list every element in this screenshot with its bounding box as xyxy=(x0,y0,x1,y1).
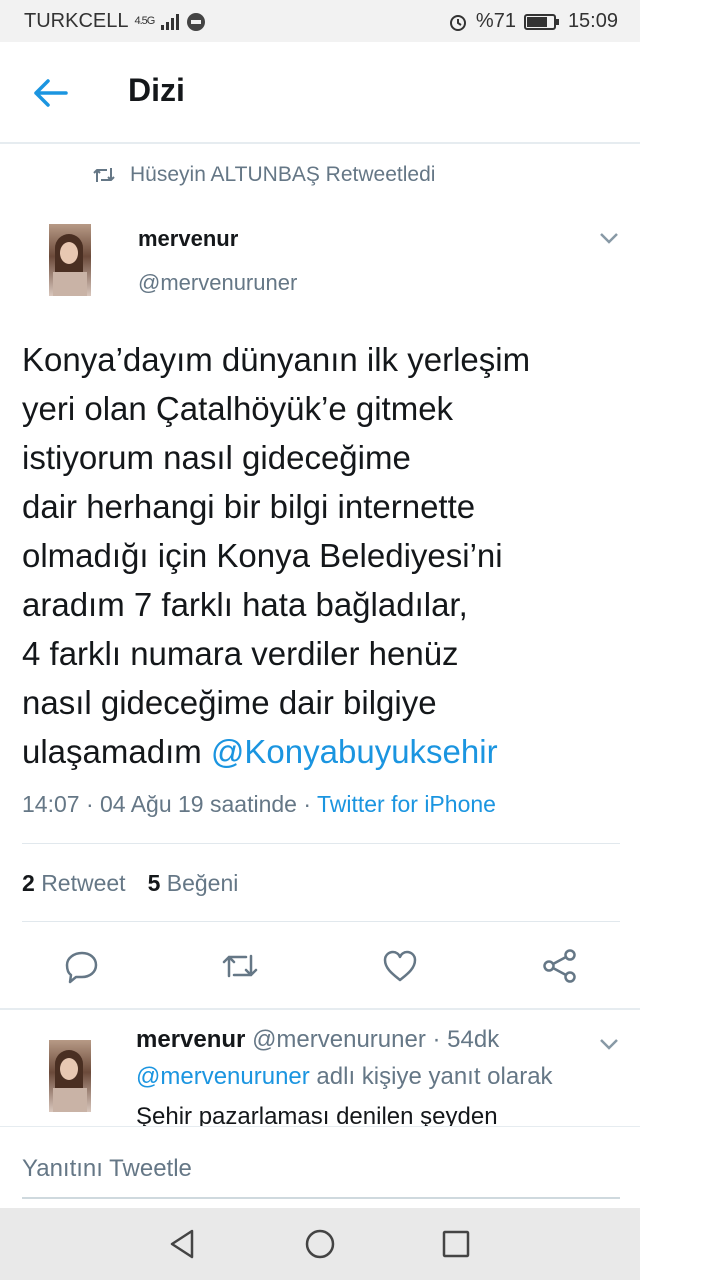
author-name[interactable]: mervenur xyxy=(138,226,238,252)
status-right: %71 15:09 xyxy=(448,10,618,33)
tweet-meta: 14:07 · 04 Ağu 19 saatinde · Twitter for… xyxy=(22,791,496,818)
tweet-text-line: 4 farklı numara verdiler henüz xyxy=(22,635,459,672)
retweet-context-text: Hüseyin ALTUNBAŞ Retweetledi xyxy=(130,163,436,186)
system-nav-bar xyxy=(0,1208,640,1280)
reply-icon[interactable] xyxy=(62,946,102,986)
alarm-icon xyxy=(449,14,466,31)
reply-author-avatar[interactable] xyxy=(49,1040,91,1112)
mention-link[interactable]: @Konyabuyuksehir xyxy=(211,733,498,770)
tweet-text-line: Konya’dayım dünyanın ilk yerleşim xyxy=(22,341,531,378)
tweet-text-line: ulaşamadım xyxy=(22,733,211,770)
like-count: 5 xyxy=(147,870,161,896)
reply-author-name: mervenur xyxy=(136,1026,246,1053)
reply-tweet-header[interactable]: mervenur @mervenuruner · 54dk xyxy=(136,1026,499,1054)
nav-recents-icon[interactable] xyxy=(438,1226,474,1262)
tweet-actions xyxy=(0,942,640,990)
like-stat[interactable]: 5 Beğeni xyxy=(148,870,239,897)
reply-author-handle: @mervenuruner · 54dk xyxy=(252,1026,500,1053)
battery-percent: %71 xyxy=(475,10,516,32)
signal-icon xyxy=(161,13,180,30)
divider xyxy=(22,921,620,922)
retweet-stat[interactable]: 2 Retweet xyxy=(22,870,126,897)
blank-margin xyxy=(640,0,704,1280)
notification-icon xyxy=(187,12,206,31)
tweet-text: Konya’dayım dünyanın ilk yerleşim yeri o… xyxy=(22,335,622,776)
replying-to-suffix: adlı kişiye yanıt olarak xyxy=(309,1063,553,1090)
retweet-small-icon xyxy=(93,168,115,182)
tweet-timestamp: 14:07 · 04 Ağu 19 saatinde · xyxy=(22,791,317,817)
tweet-text-last-line: ulaşamadım @Konyabuyuksehir xyxy=(22,727,622,776)
chevron-down-icon[interactable] xyxy=(598,230,620,246)
retweet-stat-label: Retweet xyxy=(41,870,126,896)
tweet-text-line: olmadığı için Konya Belediyesi’ni xyxy=(22,537,503,574)
nav-back-icon[interactable] xyxy=(164,1226,200,1262)
divider xyxy=(0,1008,640,1010)
share-icon[interactable] xyxy=(540,946,580,986)
back-arrow-icon[interactable] xyxy=(32,78,68,108)
tweet-source-link[interactable]: Twitter for iPhone xyxy=(317,791,496,817)
app-header: Dizi xyxy=(0,42,640,144)
replying-to-mention[interactable]: @mervenuruner xyxy=(136,1063,310,1090)
page-title: Dizi xyxy=(128,72,185,108)
retweet-count: 2 xyxy=(22,870,35,896)
tweet-text-line: yeri olan Çatalhöyük’e gitmek xyxy=(22,390,454,427)
reply-input-placeholder[interactable]: Yanıtını Tweetle xyxy=(22,1155,192,1183)
like-stat-label: Beğeni xyxy=(166,870,239,896)
carrier-name: TURKCELL xyxy=(24,10,129,32)
retweet-context[interactable]: Hüseyin ALTUNBAŞ Retweetledi xyxy=(92,163,435,187)
status-bar: TURKCELL 4.5G %71 15:09 xyxy=(0,0,640,42)
clock: 15:09 xyxy=(567,10,618,32)
retweet-icon[interactable] xyxy=(220,946,260,986)
tweet-text-line: aradım 7 farklı hata bağladılar, xyxy=(22,586,468,623)
status-left: TURKCELL 4.5G xyxy=(24,10,206,33)
heart-icon[interactable] xyxy=(380,946,420,986)
divider xyxy=(22,843,620,844)
tweet-text-line: nasıl gideceğime dair bilgiye xyxy=(22,684,437,721)
tweet-text-line: istiyorum nasıl gideceğime xyxy=(22,439,411,476)
nav-home-icon[interactable] xyxy=(302,1226,338,1262)
author-avatar[interactable] xyxy=(49,224,91,296)
reply-tweet-text[interactable]: Şehir pazarlaması denilen şeyden xyxy=(136,1102,616,1126)
chevron-down-icon[interactable] xyxy=(598,1036,620,1052)
tweet-text-line: dair herhangi bir bilgi internette xyxy=(22,488,476,525)
twitter-screen: TURKCELL 4.5G %71 15:09 Dizi Hüseyin ALT… xyxy=(0,0,640,1280)
tweet-stats: 2 Retweet 5 Beğeni xyxy=(22,870,238,897)
reply-composer[interactable]: Yanıtını Tweetle xyxy=(0,1126,640,1208)
reply-input-underline xyxy=(22,1197,620,1199)
author-handle[interactable]: @mervenuruner xyxy=(138,270,297,296)
battery-icon xyxy=(523,13,559,30)
network-type: 4.5G xyxy=(134,15,155,27)
replying-to: @mervenuruner adlı kişiye yanıt olarak xyxy=(136,1063,553,1091)
